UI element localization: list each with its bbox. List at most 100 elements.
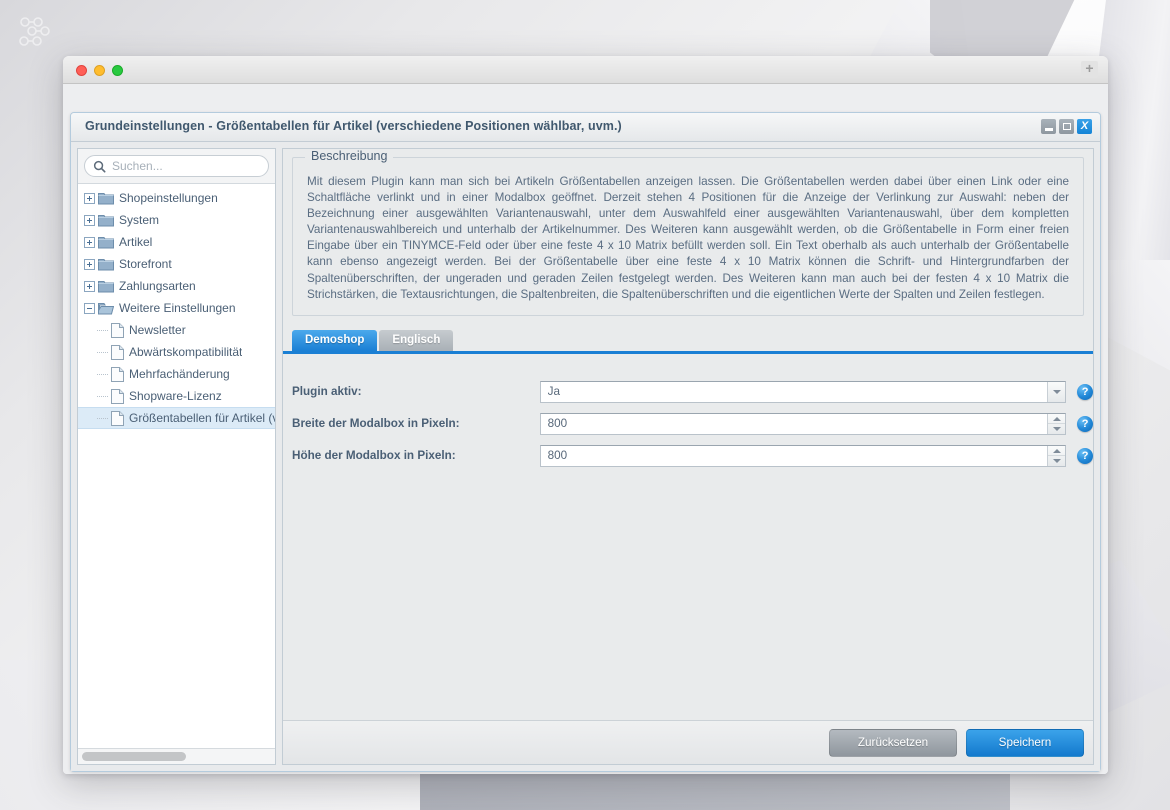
collapse-icon[interactable] <box>84 302 95 314</box>
tree-horizontal-scrollbar[interactable] <box>78 748 275 764</box>
tree-connector <box>97 395 108 397</box>
tree-item-label: System <box>119 213 160 227</box>
save-button[interactable]: Speichern <box>966 728 1084 757</box>
settings-tree-panel: Shopeinstellungen System Artikel Storefront… <box>77 148 276 765</box>
tree-item-shopware-lizenz[interactable]: Shopware-Lizenz <box>78 385 275 407</box>
spinner-down-icon[interactable] <box>1048 456 1065 466</box>
minimize-icon[interactable] <box>1041 119 1056 134</box>
form-button-bar: Zurücksetzen Speichern <box>283 720 1093 764</box>
expand-icon[interactable] <box>84 214 95 226</box>
tree-item-weitere-einstellungen[interactable]: Weitere Einstellungen <box>78 297 275 319</box>
field-input-breite-der-modalbox-in-pixeln[interactable] <box>540 413 1048 434</box>
tab-englisch[interactable]: Englisch <box>379 329 454 351</box>
window-content: Shopeinstellungen System Artikel Storefront… <box>71 142 1100 771</box>
scrollbar-thumb[interactable] <box>82 752 186 761</box>
tree-item-gr-entabellen-f-r-artikel-ver[interactable]: Größentabellen für Artikel (ver <box>78 407 275 429</box>
window-title: Grundeinstellungen - Größentabellen für … <box>85 119 622 133</box>
field-höhe-der-modalbox-in-pixeln[interactable] <box>539 444 1067 467</box>
tree-item-label: Größentabellen für Artikel (ver <box>129 411 275 425</box>
tree-item-zahlungsarten[interactable]: Zahlungsarten <box>78 275 275 297</box>
browser-viewport: Grundeinstellungen - Größentabellen für … <box>63 84 1108 774</box>
expand-icon[interactable] <box>84 258 95 270</box>
tree-item-label: Artikel <box>119 235 153 249</box>
shop-tabs: Demoshop Englisch <box>283 329 1093 354</box>
settings-tree: Shopeinstellungen System Artikel Storefront… <box>78 184 275 748</box>
file-icon <box>111 388 124 404</box>
close-label: X <box>1080 120 1089 132</box>
tree-item-abw-rtskompatibilit-t[interactable]: Abwärtskompatibilität <box>78 341 275 363</box>
help-icon[interactable]: ? <box>1077 447 1093 464</box>
form-row-plugin-aktiv: Plugin aktiv:? <box>283 376 1093 408</box>
tree-item-label: Weitere Einstellungen <box>119 301 236 315</box>
tab-label: Demoshop <box>305 334 365 347</box>
field-breite-der-modalbox-in-pixeln[interactable] <box>539 412 1067 435</box>
tree-item-label: Abwärtskompatibilität <box>129 345 243 359</box>
field-input-plugin-aktiv[interactable] <box>540 381 1048 402</box>
expand-icon[interactable] <box>84 236 95 248</box>
window-titlebar: Grundeinstellungen - Größentabellen für … <box>71 113 1100 142</box>
field-plugin-aktiv[interactable] <box>539 380 1067 403</box>
file-icon <box>111 410 124 426</box>
arrow-down-glyph <box>1052 459 1061 463</box>
tree-item-mehrfach-nderung[interactable]: Mehrfachänderung <box>78 363 275 385</box>
browser-window: + Grundeinstellungen - Größentabellen fü… <box>63 56 1108 774</box>
tree-item-label: Mehrfachänderung <box>129 367 230 381</box>
form-row-höhe-der-modalbox-in-pixeln: Höhe der Modalbox in Pixeln:? <box>283 440 1093 472</box>
description-text: Mit diesem Plugin kann man sich bei Arti… <box>307 175 1069 301</box>
spinner-up-icon[interactable] <box>1048 414 1066 425</box>
new-tab-button[interactable]: + <box>1081 61 1098 78</box>
field-label: Höhe der Modalbox in Pixeln: <box>292 449 456 463</box>
traffic-light-maximize[interactable] <box>112 65 123 76</box>
arrow-up-glyph <box>1052 416 1061 421</box>
folder-icon <box>98 193 114 205</box>
reset-button[interactable]: Zurücksetzen <box>829 728 957 757</box>
tree-item-system[interactable]: System <box>78 209 275 231</box>
file-icon <box>111 322 124 338</box>
search-box[interactable] <box>84 155 269 177</box>
folder-icon <box>98 215 114 227</box>
chevron-down-icon[interactable] <box>1047 381 1066 402</box>
field-input-höhe-der-modalbox-in-pixeln[interactable] <box>540 445 1048 466</box>
help-icon[interactable]: ? <box>1077 383 1093 400</box>
arrow-up-glyph <box>1052 448 1061 453</box>
spinner-control[interactable] <box>1047 413 1066 434</box>
tree-connector <box>97 329 108 331</box>
traffic-light-minimize[interactable] <box>94 65 105 76</box>
maximize-icon[interactable] <box>1059 119 1074 134</box>
tree-item-artikel[interactable]: Artikel <box>78 231 275 253</box>
description-legend: Beschreibung <box>305 149 394 163</box>
tree-item-shopeinstellungen[interactable]: Shopeinstellungen <box>78 187 275 209</box>
network-nodes-icon <box>19 17 50 46</box>
file-icon <box>111 366 124 382</box>
search-container <box>78 149 275 184</box>
file-icon <box>111 344 124 360</box>
description-fieldset: Beschreibung Mit diesem Plugin kann man … <box>292 149 1084 316</box>
tree-item-storefront[interactable]: Storefront <box>78 253 275 275</box>
tab-demoshop[interactable]: Demoshop <box>292 329 378 351</box>
folder-open-icon <box>98 303 114 315</box>
tree-connector <box>97 417 108 419</box>
search-icon <box>93 160 106 173</box>
expand-icon[interactable] <box>84 280 95 292</box>
settings-window: Grundeinstellungen - Größentabellen für … <box>70 112 1101 772</box>
tree-item-label: Zahlungsarten <box>119 279 196 293</box>
tab-label: Englisch <box>392 334 441 347</box>
spinner-control[interactable] <box>1047 445 1066 466</box>
form-row-breite-der-modalbox-in-pixeln: Breite der Modalbox in Pixeln:? <box>283 408 1093 440</box>
help-icon[interactable]: ? <box>1077 415 1093 432</box>
tree-item-newsletter[interactable]: Newsletter <box>78 319 275 341</box>
traffic-light-close[interactable] <box>76 65 87 76</box>
browser-titlebar: + <box>63 56 1108 84</box>
tree-connector <box>97 373 108 375</box>
folder-icon <box>98 237 114 249</box>
expand-icon[interactable] <box>84 192 95 204</box>
spinner-up-icon[interactable] <box>1048 446 1066 457</box>
tree-item-label: Shopware-Lizenz <box>129 389 222 403</box>
close-icon[interactable]: X <box>1077 119 1092 134</box>
desktop-background: + Grundeinstellungen - Größentabellen fü… <box>0 0 1170 810</box>
field-label: Plugin aktiv: <box>292 385 362 399</box>
tree-item-label: Shopeinstellungen <box>119 191 218 205</box>
search-input[interactable] <box>112 159 252 173</box>
spinner-down-icon[interactable] <box>1048 424 1065 434</box>
tree-item-label: Newsletter <box>129 323 186 337</box>
